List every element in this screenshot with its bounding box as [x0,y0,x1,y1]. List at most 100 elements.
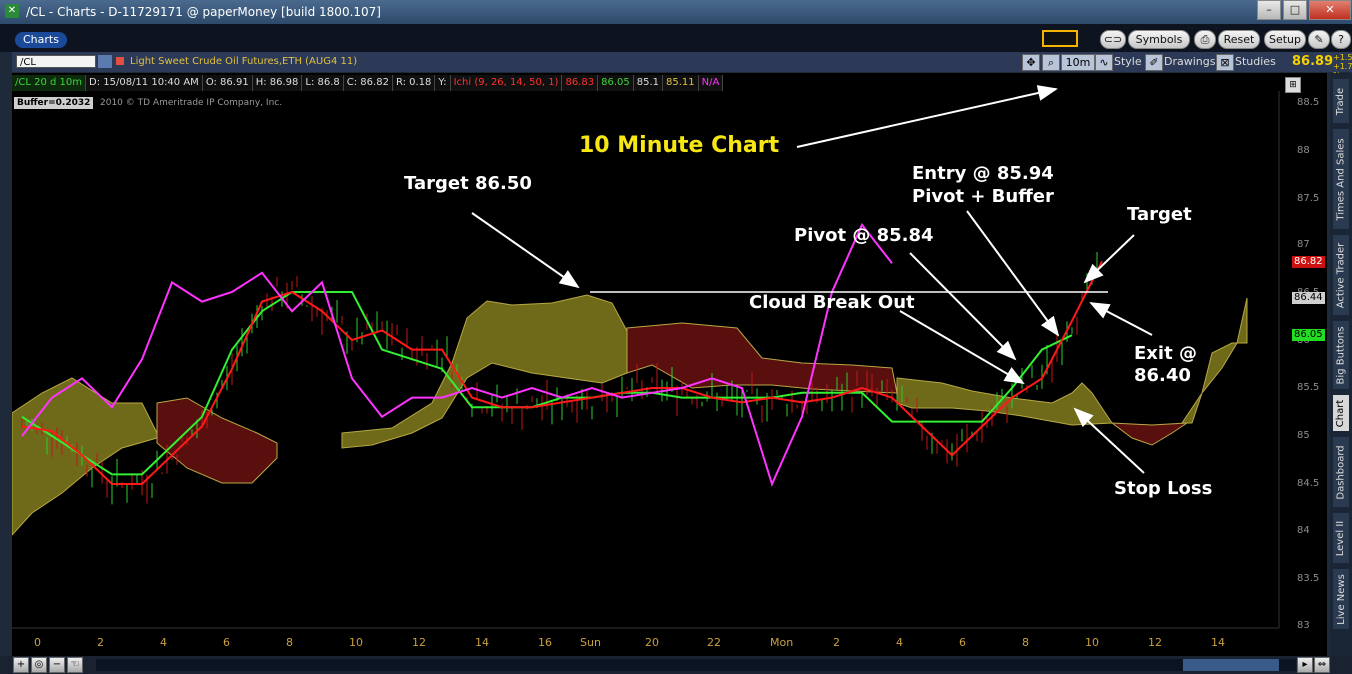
x-tick: 2 [833,636,840,649]
maximize-button[interactable]: □ [1283,0,1307,20]
chart-scroll-thumb[interactable] [1183,659,1279,671]
pin-button[interactable]: ✎ [1308,30,1330,49]
side-tab-chart[interactable]: Chart [1333,395,1349,431]
x-tick: 12 [1148,636,1162,649]
side-tab-big-buttons[interactable]: Big Buttons [1333,321,1349,389]
zoom-out-icon: − [52,659,62,670]
crosshair-button[interactable]: ✥ [1022,54,1040,71]
zoom-fit-icon: ◎ [34,659,44,670]
cloud-segment-bear-3 [1110,422,1189,446]
studies-label[interactable]: Studies [1235,55,1276,68]
x-tick: 4 [896,636,903,649]
price-badge-kijun: 86.05 [1292,329,1325,341]
chart-panel[interactable]: /CL 20 d 10m D: 15/08/11 10:40 AM O: 86.91… [12,73,1327,656]
x-tick: 16 [538,636,552,649]
crosshair-icon: ✥ [1026,56,1036,69]
y-tick-84: 84 [1297,525,1310,536]
side-tab-live-news[interactable]: Live News [1333,569,1349,629]
annotation-stop-loss: Stop Loss [1114,478,1213,499]
annotation-cloud-breakout: Cloud Break Out [749,292,915,313]
annotation-entry-line1: Entry @ 85.94 [912,163,1054,184]
color-indicator[interactable] [1042,30,1078,47]
symbol-dropdown[interactable] [98,55,112,68]
chart-scrollbar[interactable] [96,659,1296,671]
x-tick: 8 [1022,636,1029,649]
side-tab-level-ii[interactable]: Level II [1333,513,1349,563]
reset-button[interactable]: Reset [1218,30,1260,49]
symbol-row: /CL Light Sweet Crude Oil Futures,ETH (A… [12,52,1352,80]
symbol-description: Light Sweet Crude Oil Futures,ETH (AUG4 … [130,56,358,67]
x-tick: Mon [770,636,794,649]
annotation-exit-line2: 86.40 [1134,365,1191,386]
zoom-reset-button[interactable]: ◎ [31,657,47,673]
link-button[interactable]: ⊂⊃ [1100,30,1126,49]
drawings-icon: ✐ [1149,56,1159,69]
arrow-entry [966,210,1060,337]
arrow-right-icon: ▸ [1302,659,1308,670]
x-tick: 8 [286,636,293,649]
y-tick-83.5: 83.5 [1297,573,1320,584]
expand-button[interactable]: ⇔ [1314,657,1330,673]
x-tick: 6 [223,636,230,649]
arrow-exit [1089,302,1153,336]
minimize-button[interactable]: – [1257,0,1281,20]
window-title: /CL - Charts - D-11729171 @ paperMoney [… [26,5,381,19]
annotation-target: Target [1127,204,1192,225]
y-tick-87.5: 87.5 [1297,193,1320,204]
charts-toolbar: Charts ⊂⊃ Symbols ⎙ Reset Setup ✎ ? [0,24,1352,52]
zoom-out-button[interactable]: − [49,657,65,673]
drawings-icon-button[interactable]: ✐ [1145,54,1163,71]
annotation-entry-line2: Pivot + Buffer [912,186,1054,207]
interval-button[interactable]: 10m [1061,54,1095,71]
window-titlebar: ✕ /CL - Charts - D-11729171 @ paperMoney… [0,0,1352,24]
x-tick: 0 [34,636,41,649]
price-badge-target: 86.44 [1292,292,1325,304]
x-tick: 10 [349,636,363,649]
setup-button[interactable]: Setup [1264,30,1306,49]
side-tab-dashboard[interactable]: Dashboard [1333,437,1349,507]
x-tick: 20 [645,636,659,649]
drawings-label[interactable]: Drawings [1164,55,1215,68]
tab-charts[interactable]: Charts [15,32,67,48]
cloud-segment-bull-2 [341,294,628,449]
zoom-button[interactable]: ⌕ [1042,54,1060,71]
x-tick: 12 [412,636,426,649]
pan-button[interactable]: ☜ [67,657,83,673]
symbols-button[interactable]: Symbols [1128,30,1190,49]
help-button[interactable]: ? [1331,30,1351,49]
side-tab-trade[interactable]: Trade [1333,79,1349,123]
y-tick-85: 85 [1297,430,1310,441]
side-tab-active-trader[interactable]: Active Trader [1333,235,1349,315]
print-icon: ⎙ [1200,33,1210,46]
net-change: +1.51 [1333,53,1352,62]
print-button[interactable]: ⎙ [1194,30,1216,49]
y-tick-83: 83 [1297,620,1310,631]
x-tick: Sun [580,636,601,649]
zoom-in-icon: + [16,659,26,670]
scroll-right-button[interactable]: ▸ [1297,657,1313,673]
style-label[interactable]: Style [1114,55,1142,68]
close-button[interactable]: ✕ [1309,0,1351,20]
pin-icon: ✎ [1314,33,1324,46]
symbol-input[interactable]: /CL [16,55,96,68]
style-icon-button[interactable]: ∿ [1095,54,1113,71]
app-icon: ✕ [5,4,19,18]
side-panel-tabs: Trade Times And Sales Active Trader Big … [1330,73,1352,656]
studies-icon-button[interactable]: ⊠ [1216,54,1234,71]
annotation-pivot: Pivot @ 85.84 [794,225,934,246]
annotation-target-level: Target 86.50 [404,173,532,194]
hand-icon: ☜ [70,659,80,670]
annotation-exit-line1: Exit @ [1134,343,1197,364]
y-tick-88: 88 [1297,145,1310,156]
x-tick: 14 [1211,636,1225,649]
x-tick: 2 [97,636,104,649]
flag-icon [116,57,124,65]
arrow-target-level [471,212,580,289]
x-tick: 10 [1085,636,1099,649]
arrow-cloud-breakout [899,310,1025,385]
y-tick-87: 87 [1297,239,1310,250]
side-tab-times-and-sales[interactable]: Times And Sales [1333,129,1349,229]
link-icon: ⊂⊃ [1103,33,1123,46]
zoom-in-button[interactable]: + [13,657,29,673]
y-tick-85.5: 85.5 [1297,382,1320,393]
